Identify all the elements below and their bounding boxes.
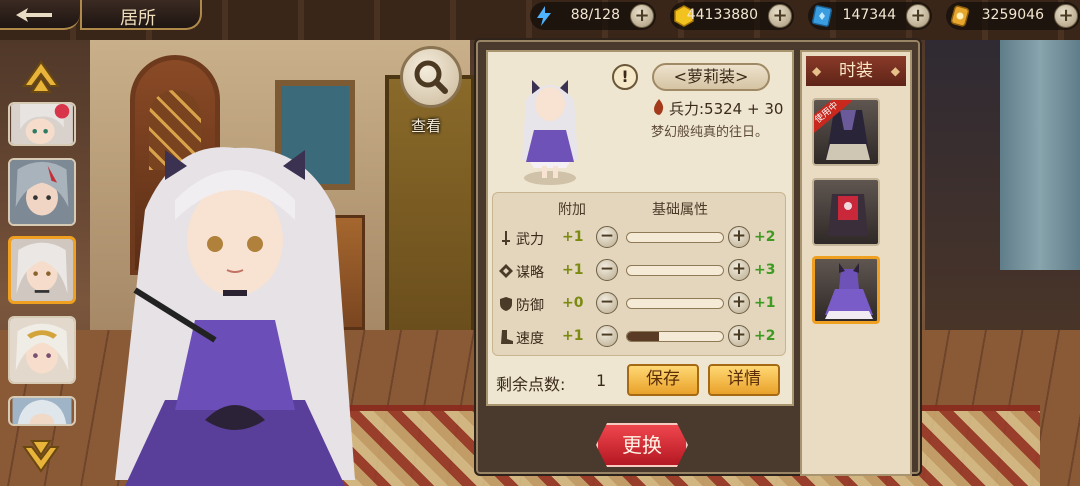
- strategy-slider[interactable]: [626, 265, 724, 276]
- remaining-points-label: 剩余点数:: [496, 375, 566, 394]
- save-button[interactable]: 保存: [627, 364, 699, 396]
- hero-list: [0, 40, 82, 486]
- increase-speed-button[interactable]: +: [728, 325, 750, 347]
- speed-slider[interactable]: [626, 331, 724, 342]
- red-armor-outfit-icon: [828, 194, 868, 236]
- stat-row-speed: 速度 +1 − + +2: [496, 323, 782, 353]
- curtain: [1000, 40, 1080, 270]
- lightning-icon: [537, 6, 551, 26]
- stat-row-strategy: 谋略 +1 − + +3: [496, 257, 782, 287]
- add-gold-button[interactable]: +: [768, 4, 792, 28]
- title-plate: 居所: [80, 0, 202, 30]
- troop-power: 兵力:5324 + 30: [669, 100, 784, 118]
- costume-preview-figure: [522, 80, 578, 185]
- gold-counter: 44133880 +: [670, 2, 794, 30]
- change-button[interactable]: 更换: [596, 423, 688, 467]
- hero-portrait-4[interactable]: [8, 316, 76, 384]
- column-header-bonus: 附加: [558, 202, 586, 218]
- gem-counter: 147344 +: [808, 2, 932, 30]
- diamond-book-icon: [499, 264, 513, 278]
- shield-icon: [500, 297, 512, 311]
- scroll-up-icon[interactable]: [20, 58, 62, 98]
- decrease-defense-button[interactable]: −: [596, 292, 618, 314]
- back-button[interactable]: [0, 0, 80, 30]
- boot-icon: [501, 330, 513, 344]
- costume-list-title: 时装: [806, 56, 906, 86]
- character-illustration: [115, 147, 355, 486]
- info-alert-icon[interactable]: !: [612, 64, 638, 90]
- speed-slider-fill: [627, 332, 659, 341]
- add-token-button[interactable]: +: [1054, 4, 1078, 28]
- decrease-speed-button[interactable]: −: [596, 325, 618, 347]
- force-slider[interactable]: [626, 232, 724, 243]
- page-title: 居所: [120, 8, 156, 29]
- costume-name: <萝莉装>: [652, 63, 770, 91]
- costume-item-dark-robe[interactable]: 使用中: [812, 98, 880, 166]
- decrease-force-button[interactable]: −: [596, 226, 618, 248]
- flame-icon: [654, 99, 664, 115]
- costume-item-purple-dress-selected[interactable]: [812, 256, 880, 324]
- remaining-points-value: 1: [596, 371, 607, 390]
- hero-portrait-5[interactable]: [8, 396, 76, 426]
- wooden-door: [385, 75, 475, 335]
- back-arrow-icon: [16, 8, 52, 22]
- stat-row-force: 武力 +1 − + +2: [496, 224, 782, 254]
- magnifier-icon: [414, 60, 448, 94]
- purple-dress-outfit-icon: [825, 263, 873, 319]
- column-header-base: 基础属性: [652, 202, 708, 218]
- inspect-label: 查看: [411, 117, 442, 135]
- inspect-button[interactable]: [400, 46, 462, 108]
- hero-portrait-2[interactable]: [8, 158, 76, 226]
- hero-portrait-1[interactable]: [8, 102, 76, 146]
- blue-gem-card-icon: [811, 5, 833, 27]
- decrease-strategy-button[interactable]: −: [596, 259, 618, 281]
- token-counter: 3259046 +: [946, 2, 1080, 30]
- add-stamina-button[interactable]: +: [630, 4, 654, 28]
- sword-icon: [502, 231, 510, 245]
- increase-defense-button[interactable]: +: [728, 292, 750, 314]
- costume-item-red-armor[interactable]: [812, 178, 880, 246]
- hero-portrait-3-selected[interactable]: [8, 236, 76, 304]
- increase-force-button[interactable]: +: [728, 226, 750, 248]
- gold-token-icon: [950, 5, 970, 27]
- details-button[interactable]: 详情: [708, 364, 780, 396]
- stamina-counter: 88/128 +: [530, 2, 656, 30]
- scroll-down-icon[interactable]: [20, 435, 62, 475]
- add-gem-button[interactable]: +: [906, 4, 930, 28]
- stat-row-defense: 防御 +0 − + +1: [496, 290, 782, 320]
- increase-strategy-button[interactable]: +: [728, 259, 750, 281]
- costume-description: 梦幻般纯真的往日。: [651, 125, 769, 140]
- defense-slider[interactable]: [626, 298, 724, 309]
